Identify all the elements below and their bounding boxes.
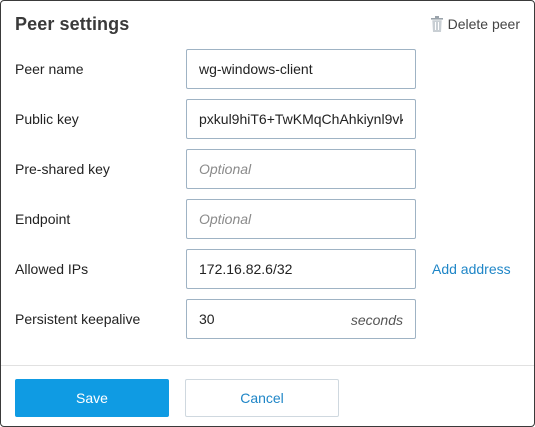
keepalive-unit-suffix: seconds xyxy=(350,312,403,328)
peer-name-label: Peer name xyxy=(15,61,84,77)
public-key-row: Public key xyxy=(1,99,534,139)
allowed-ips-field-box xyxy=(186,249,416,289)
delete-peer-label: Delete peer xyxy=(447,16,520,32)
page-title: Peer settings xyxy=(15,14,130,34)
allowed-ips-row: Allowed IPs Add address xyxy=(1,249,534,289)
peer-name-field-box xyxy=(186,49,416,89)
preshared-key-input[interactable] xyxy=(187,150,415,188)
preshared-key-row: Pre-shared key xyxy=(1,149,534,189)
allowed-ips-input[interactable] xyxy=(187,250,415,288)
peer-name-input[interactable] xyxy=(187,50,415,88)
trash-icon xyxy=(430,16,443,32)
preshared-key-field-box xyxy=(186,149,416,189)
persistent-keepalive-field-box: seconds xyxy=(186,299,416,339)
persistent-keepalive-row: Persistent keepalive seconds xyxy=(1,299,534,339)
public-key-label: Public key xyxy=(15,111,79,127)
endpoint-input[interactable] xyxy=(187,200,415,238)
footer-divider xyxy=(1,365,534,366)
add-address-link[interactable]: Add address xyxy=(432,261,511,277)
endpoint-field-box xyxy=(186,199,416,239)
allowed-ips-label: Allowed IPs xyxy=(15,261,89,277)
preshared-key-label: Pre-shared key xyxy=(15,161,110,177)
public-key-input[interactable] xyxy=(187,100,415,138)
endpoint-row: Endpoint xyxy=(1,199,534,239)
peer-name-row: Peer name xyxy=(1,49,534,89)
delete-peer-button[interactable]: Delete peer xyxy=(430,15,520,33)
save-button[interactable]: Save xyxy=(15,379,169,417)
public-key-field-box xyxy=(186,99,416,139)
endpoint-label: Endpoint xyxy=(15,211,71,227)
peer-settings-panel: Peer settings Delete peer Peer name Publ… xyxy=(0,0,535,427)
persistent-keepalive-label: Persistent keepalive xyxy=(15,311,141,327)
cancel-button[interactable]: Cancel xyxy=(185,379,339,417)
